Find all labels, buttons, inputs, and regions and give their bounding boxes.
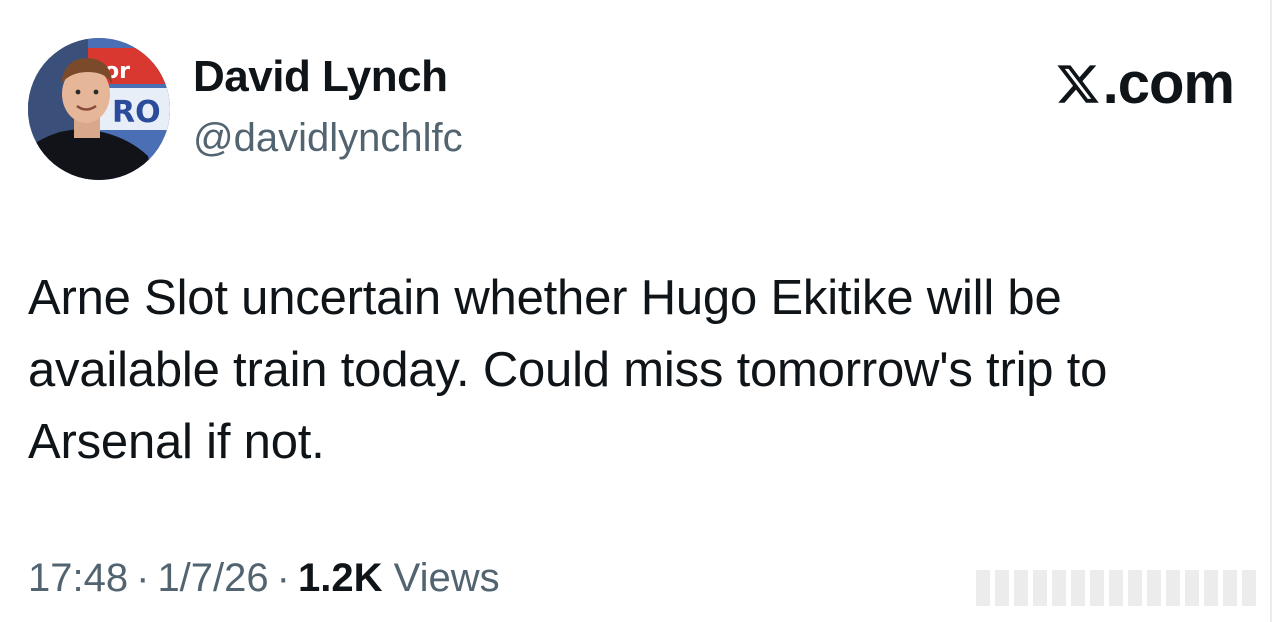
author-handle[interactable]: @davidlynchlfc — [193, 116, 463, 161]
meta-separator: · — [136, 556, 150, 600]
views-count: 1.2K — [297, 556, 383, 600]
tweet-text-line: available train today. Could miss tomorr… — [28, 343, 1108, 397]
tweet-date[interactable]: 1/7/26 — [157, 556, 268, 600]
tweet-meta: 17:48 · 1/7/26 · 1.2K Views — [28, 556, 500, 601]
tweet-body: Arne Slot uncertain whether Hugo Ekitike… — [28, 262, 1258, 478]
meta-separator: · — [276, 556, 290, 600]
tweet-time[interactable]: 17:48 — [28, 556, 128, 600]
card-edge — [1270, 0, 1272, 622]
x-logo-icon — [1057, 65, 1099, 103]
views-label: Views — [393, 556, 500, 600]
tweet-card: or RO David Lynch @davidlynchlfc .com Ar — [0, 0, 1284, 622]
svg-text:RO: RO — [112, 95, 161, 130]
tweet-text-line: Arne Slot uncertain whether Hugo Ekitike… — [28, 271, 1062, 325]
watermark — [976, 570, 1256, 606]
tweet-text-line: Arsenal if not. — [28, 415, 325, 469]
author-display-name[interactable]: David Lynch — [193, 52, 448, 102]
brand-domain-label: .com — [1102, 51, 1235, 116]
avatar-photo-icon: or RO — [28, 38, 170, 180]
x-brand: .com — [1055, 51, 1235, 116]
author-avatar[interactable]: or RO — [28, 38, 170, 180]
